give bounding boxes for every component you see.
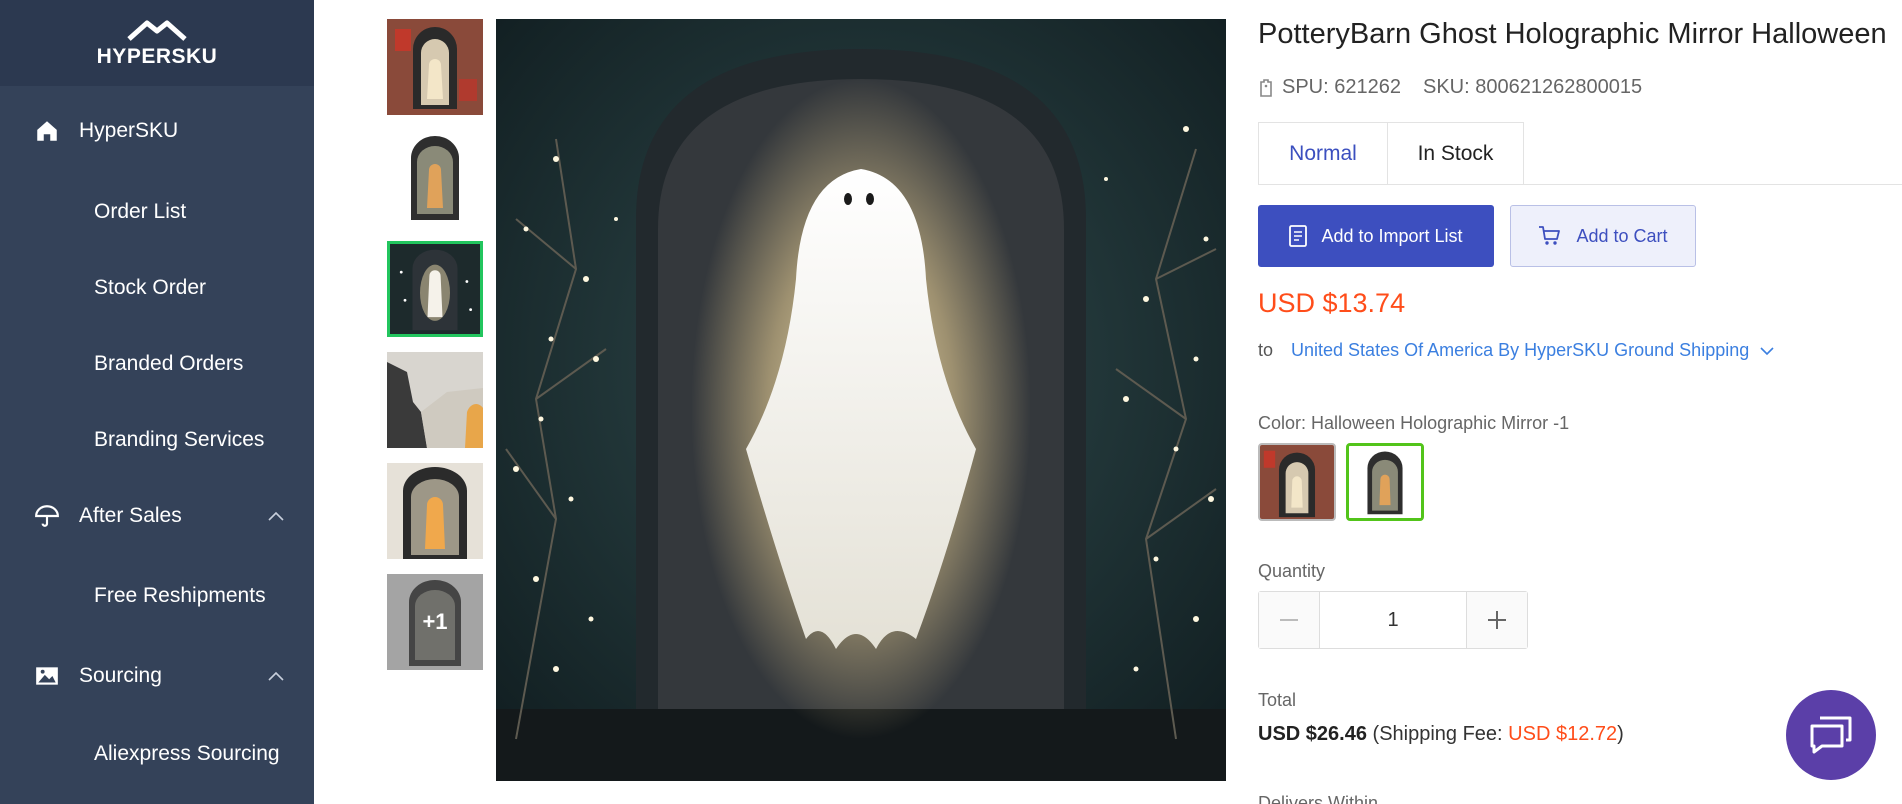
spu-text: SPU: 621262 [1282, 76, 1401, 98]
add-to-cart-label: Add to Cart [1576, 225, 1668, 246]
chevron-up-icon[interactable] [268, 511, 284, 521]
shipping-fee-label: (Shipping Fee: [1372, 723, 1503, 745]
shipping-method-link[interactable]: United States Of America By HyperSKU Gro… [1291, 340, 1749, 361]
quantity-label: Quantity [1258, 561, 1326, 581]
add-to-cart-button[interactable]: Add to Cart [1510, 205, 1696, 267]
tag-icon [1260, 78, 1272, 97]
image-icon [36, 667, 58, 685]
product-thumbnail-image [387, 463, 483, 559]
sidebar-item-free-reshipments[interactable]: Free Reshipments [0, 564, 314, 628]
sidebar-item-label: Branded Orders [94, 352, 244, 375]
total-amount: USD $26.46 [1258, 723, 1367, 745]
logo-text: HYPERSKU [96, 45, 218, 68]
sidebar-group-label: HyperSKU [79, 119, 179, 142]
sidebar-group-hypersku[interactable]: HyperSKU [0, 96, 314, 166]
product-detail-panel: PotteryBarn Ghost Holographic Mirror Hal… [1256, 0, 1902, 804]
quantity-increase-button[interactable] [1466, 592, 1527, 648]
sidebar-item-branding-services[interactable]: Branding Services [0, 408, 314, 472]
add-to-import-list-label: Add to Import List [1321, 225, 1463, 246]
minus-icon [1280, 619, 1298, 621]
tab-normal[interactable]: Normal [1258, 122, 1388, 184]
sidebar: HYPERSKU HyperSKU Order List Stock Order… [0, 0, 314, 804]
gallery-thumbnail-more[interactable]: +1 [387, 574, 483, 670]
product-thumbnail-image [387, 130, 483, 226]
quantity-decrease-button[interactable] [1259, 592, 1320, 648]
sidebar-item-aliexpress-sourcing[interactable]: Aliexpress Sourcing [0, 722, 314, 786]
sidebar-item-branded-orders[interactable]: Branded Orders [0, 332, 314, 396]
sidebar-group-after-sales[interactable]: After Sales [0, 481, 314, 551]
product-thumbnail-image [387, 19, 483, 115]
sidebar-item-order-list[interactable]: Order List [0, 180, 314, 244]
plus-icon [1488, 611, 1506, 629]
color-swatch-1[interactable] [1258, 443, 1336, 521]
sidebar-item-label: Order List [94, 200, 187, 223]
shipping-fee-value: USD $12.72 [1508, 723, 1618, 745]
more-images-count: +1 [387, 574, 483, 670]
main-product-image[interactable] [496, 19, 1226, 781]
product-price: USD $13.74 [1258, 288, 1406, 318]
sidebar-item-label: Stock Order [94, 276, 207, 299]
tab-in-stock[interactable]: In Stock [1387, 122, 1524, 184]
product-codes: SPU: 621262 SKU: 800621262800015 [1258, 76, 1642, 99]
color-swatch-2[interactable] [1346, 443, 1424, 521]
color-option-label: Color: Halloween Holographic Mirror -1 [1258, 413, 1569, 434]
quantity-stepper: 1 [1258, 591, 1528, 649]
chevron-down-icon[interactable] [1759, 346, 1775, 356]
chat-support-button[interactable] [1786, 690, 1876, 780]
logo[interactable]: HYPERSKU [0, 0, 314, 86]
sidebar-item-label: Free Reshipments [94, 584, 266, 607]
sidebar-item-stock-order[interactable]: Stock Order [0, 256, 314, 320]
shipping-fee-close: ) [1617, 723, 1624, 745]
sidebar-item-label: Branding Services [94, 428, 265, 451]
ship-to-label: to [1258, 340, 1274, 360]
sku-text: SKU: 800621262800015 [1422, 76, 1643, 98]
total-label: Total [1258, 690, 1297, 710]
sidebar-group-sourcing[interactable]: Sourcing [0, 641, 314, 711]
stock-type-tabs: Normal In Stock [1258, 122, 1902, 185]
product-thumbnail-image [390, 244, 480, 334]
delivers-within-label: Delivers Within [1258, 793, 1379, 804]
cart-icon [1539, 226, 1561, 245]
product-title: PotteryBarn Ghost Holographic Mirror Hal… [1258, 18, 1887, 50]
gallery-thumbnail-2[interactable] [387, 130, 483, 226]
gallery-thumbnail-3[interactable] [387, 241, 483, 337]
chat-icon [1810, 716, 1852, 754]
color-swatch-image [1260, 445, 1334, 519]
product-thumbnail-image [387, 352, 483, 448]
color-label: Color: [1258, 413, 1307, 433]
gallery-thumbnail-1[interactable] [387, 19, 483, 115]
sidebar-group-label: Sourcing [79, 664, 162, 687]
main-product-picture [496, 19, 1226, 781]
sidebar-group-label: After Sales [79, 504, 182, 527]
home-icon [37, 121, 57, 141]
umbrella-icon [35, 505, 59, 527]
document-icon [1289, 225, 1308, 247]
gallery-thumbnail-5[interactable] [387, 463, 483, 559]
gallery-thumbnail-4[interactable] [387, 352, 483, 448]
total-line: USD $26.46 (Shipping Fee: USD $12.72) [1258, 723, 1624, 746]
chevron-up-icon[interactable] [268, 671, 284, 681]
sidebar-item-label: Aliexpress Sourcing [94, 742, 280, 765]
shipping-selector: to United States Of America By HyperSKU … [1258, 340, 1775, 361]
logo-mark-icon [127, 20, 187, 41]
color-value: Halloween Holographic Mirror -1 [1311, 413, 1570, 433]
color-swatch-image [1349, 446, 1421, 518]
quantity-input[interactable]: 1 [1320, 592, 1466, 648]
add-to-import-list-button[interactable]: Add to Import List [1258, 205, 1494, 267]
